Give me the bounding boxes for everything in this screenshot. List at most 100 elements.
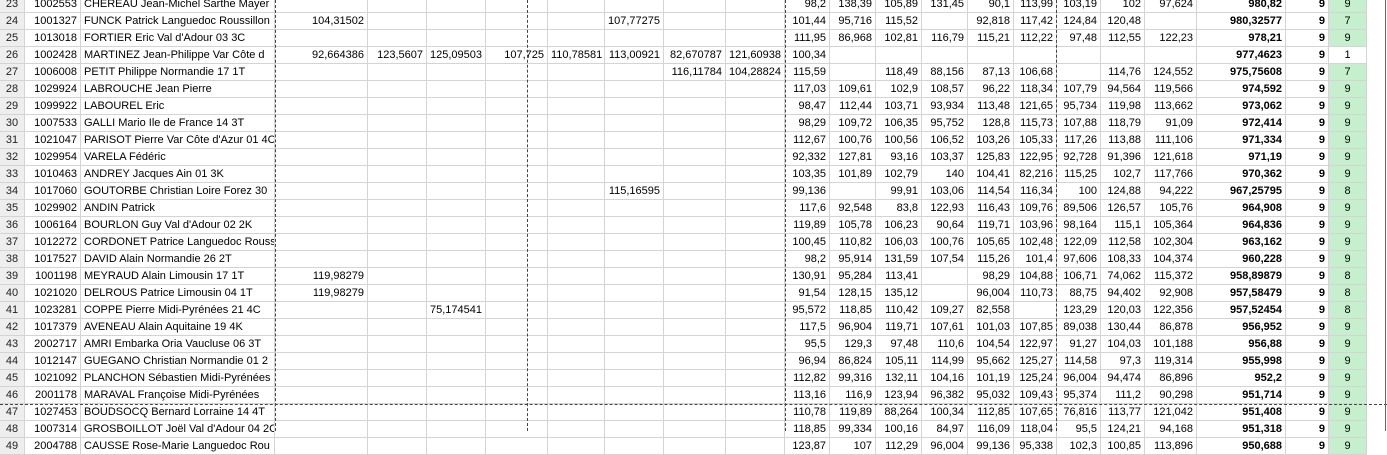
cell-score-9[interactable]: 91,09 [1145,115,1197,132]
row-header[interactable]: 28 [0,81,25,98]
cell-score-7[interactable]: 95,734 [1057,98,1101,115]
cell-score-1[interactable]: 119,89 [785,217,830,234]
cell-result-a[interactable] [275,64,368,81]
cell-result-f[interactable] [605,30,664,47]
cell-score-8[interactable]: 120,03 [1101,302,1145,319]
cell-licence[interactable]: 1012147 [25,353,81,370]
cell-score-5[interactable]: 98,29 [968,268,1014,285]
cell-count-k[interactable]: 9 [1329,115,1367,132]
cell-count-n[interactable]: 9 [1286,336,1329,353]
cell-score-9[interactable]: 121,618 [1145,149,1197,166]
cell-count-n[interactable]: 9 [1286,200,1329,217]
row-header[interactable]: 49 [0,438,25,455]
cell-count-k[interactable]: 9 [1329,132,1367,149]
cell-score-6[interactable]: 115,73 [1014,115,1057,132]
cell-total[interactable]: 957,58479 [1197,285,1286,302]
cell-count-n[interactable]: 9 [1286,183,1329,200]
cell-score-3[interactable]: 135,12 [876,285,922,302]
cell-count-k[interactable]: 9 [1329,438,1367,455]
cell-licence[interactable]: 1021047 [25,132,81,149]
cell-score-6[interactable]: 118,04 [1014,421,1057,438]
cell-total[interactable]: 956,88 [1197,336,1286,353]
cell-result-c[interactable] [427,404,486,421]
cell-result-h[interactable] [726,285,785,302]
cell-result-c[interactable] [427,336,486,353]
cell-result-b[interactable] [368,370,427,387]
cell-total[interactable]: 955,998 [1197,353,1286,370]
cell-score-2[interactable]: 96,904 [830,319,876,336]
row-header[interactable]: 33 [0,166,25,183]
cell-result-g[interactable] [664,183,726,200]
cell-count-n[interactable]: 9 [1286,353,1329,370]
cell-result-f[interactable] [605,285,664,302]
cell-score-4[interactable]: 116,79 [922,30,968,47]
cell-result-h[interactable] [726,217,785,234]
cell-score-7[interactable]: 76,816 [1057,404,1101,421]
cell-score-4[interactable]: 103,06 [922,183,968,200]
cell-name[interactable]: MEYRAUD Alain Limousin 17 1T [81,268,275,285]
cell-result-d[interactable] [486,370,548,387]
cell-result-b[interactable] [368,285,427,302]
cell-licence[interactable]: 2001178 [25,387,81,404]
cell-licence[interactable]: 1013018 [25,30,81,47]
cell-score-6[interactable]: 102,48 [1014,234,1057,251]
cell-licence[interactable]: 1002553 [25,0,81,13]
cell-score-5[interactable]: 116,09 [968,421,1014,438]
cell-result-h[interactable] [726,251,785,268]
cell-score-9[interactable]: 105,364 [1145,217,1197,234]
cell-result-a[interactable] [275,149,368,166]
cell-result-a[interactable] [275,132,368,149]
cell-score-3[interactable]: 100,56 [876,132,922,149]
cell-result-b[interactable] [368,234,427,251]
cell-name[interactable]: PETIT Philippe Normandie 17 1T [81,64,275,81]
cell-result-h[interactable] [726,319,785,336]
cell-score-7[interactable]: 115,25 [1057,166,1101,183]
cell-result-f[interactable]: 113,00921 [605,47,664,64]
cell-score-3[interactable]: 102,9 [876,81,922,98]
cell-result-e[interactable] [548,81,605,98]
cell-score-8[interactable]: 115,1 [1101,217,1145,234]
cell-score-2[interactable]: 86,968 [830,30,876,47]
cell-score-4[interactable]: 106,52 [922,132,968,149]
cell-result-c[interactable] [427,149,486,166]
cell-result-g[interactable] [664,13,726,30]
cell-score-7[interactable]: 92,728 [1057,149,1101,166]
cell-score-6[interactable]: 103,96 [1014,217,1057,234]
cell-score-7[interactable]: 117,26 [1057,132,1101,149]
cell-score-7[interactable] [1057,47,1101,64]
cell-score-3[interactable]: 118,49 [876,64,922,81]
cell-result-h[interactable] [726,404,785,421]
cell-result-d[interactable] [486,438,548,455]
cell-result-d[interactable] [486,98,548,115]
cell-score-3[interactable]: 106,23 [876,217,922,234]
cell-total[interactable]: 975,75608 [1197,64,1286,81]
cell-result-c[interactable] [427,30,486,47]
cell-score-8[interactable]: 111,2 [1101,387,1145,404]
cell-licence[interactable]: 1007533 [25,115,81,132]
cell-count-k[interactable]: 8 [1329,302,1367,319]
cell-name[interactable]: MARTINEZ Jean-Philippe Var Côte d [81,47,275,64]
cell-score-7[interactable]: 103,19 [1057,0,1101,13]
cell-result-b[interactable] [368,132,427,149]
cell-result-h[interactable]: 104,28824 [726,64,785,81]
cell-licence[interactable]: 1017379 [25,319,81,336]
cell-score-9[interactable]: 86,896 [1145,370,1197,387]
cell-licence[interactable]: 1027453 [25,404,81,421]
cell-score-2[interactable]: 109,72 [830,115,876,132]
cell-result-e[interactable] [548,183,605,200]
cell-score-5[interactable]: 95,662 [968,353,1014,370]
cell-result-d[interactable] [486,200,548,217]
cell-score-3[interactable]: 103,71 [876,98,922,115]
cell-count-n[interactable]: 9 [1286,166,1329,183]
cell-result-b[interactable] [368,64,427,81]
cell-score-1[interactable]: 103,35 [785,166,830,183]
cell-result-b[interactable]: 123,5607 [368,47,427,64]
cell-result-c[interactable] [427,217,486,234]
cell-result-h[interactable] [726,302,785,319]
cell-name[interactable]: LABOUREL Eric [81,98,275,115]
cell-count-n[interactable]: 9 [1286,30,1329,47]
cell-score-1[interactable]: 99,136 [785,183,830,200]
cell-score-7[interactable]: 96,004 [1057,370,1101,387]
cell-score-6[interactable]: 118,34 [1014,81,1057,98]
cell-result-h[interactable] [726,268,785,285]
